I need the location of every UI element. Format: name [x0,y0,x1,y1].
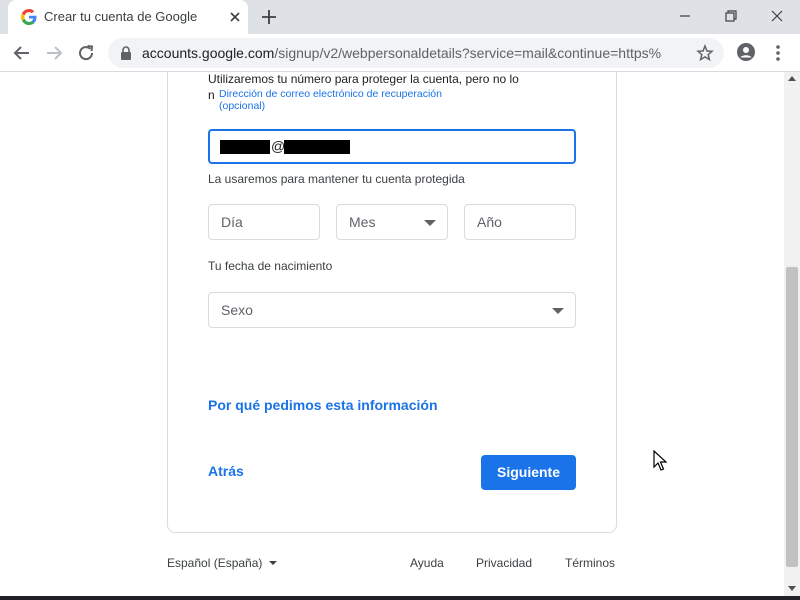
recovery-email-label: Dirección de correo electrónico de recup… [219,88,444,112]
next-button[interactable]: Siguiente [481,455,576,490]
chevron-down-icon [552,308,564,314]
chevron-down-icon [424,220,436,226]
redacted-block [284,140,350,154]
page-viewport: Utilizaremos tu número para proteger la … [0,72,784,600]
browser-toolbar: accounts.google.com/signup/v2/webpersona… [0,34,800,72]
language-selector[interactable]: Español (España) [167,556,262,570]
url-host: accounts.google.com [142,45,275,61]
url-path: /signup/v2/webpersonaldetails?service=ma… [274,45,662,61]
mouse-pointer-icon [653,450,667,471]
kebab-menu-icon[interactable] [770,42,786,64]
year-field[interactable]: Año [464,204,576,240]
restore-icon[interactable] [721,6,741,26]
terms-link[interactable]: Términos [565,556,615,570]
back-button[interactable]: Atrás [208,463,244,479]
url-text[interactable]: accounts.google.com/signup/v2/webpersona… [142,45,662,61]
forward-arrow-icon[interactable] [43,42,65,64]
dob-helper: Tu fecha de nacimiento [208,259,333,273]
recovery-email-field[interactable]: @ [208,129,576,164]
day-field[interactable]: Día [208,204,320,240]
year-placeholder: Año [477,214,502,230]
reload-icon[interactable] [75,42,97,64]
privacy-link[interactable]: Privacidad [476,556,532,570]
lock-icon[interactable] [120,46,132,60]
profile-avatar-icon[interactable] [736,42,756,62]
help-link[interactable]: Ayuda [410,556,444,570]
scroll-up-arrow-icon[interactable] [788,76,796,81]
gender-select[interactable]: Sexo [208,292,576,328]
window-close-icon[interactable] [767,6,787,26]
minimize-icon[interactable] [675,6,695,26]
scrollbar[interactable] [784,72,800,600]
why-info-link[interactable]: Por qué pedimos esta información [208,397,438,413]
bookmark-star-icon[interactable] [696,44,714,62]
tab-title: Crear tu cuenta de Google [44,9,198,24]
month-select[interactable]: Mes [336,204,448,240]
address-bar[interactable]: accounts.google.com/signup/v2/webpersona… [108,38,724,68]
close-icon[interactable] [226,8,244,26]
new-tab-icon[interactable] [260,8,278,26]
recovery-email-label-line1: Dirección de correo electrónico de recup… [219,88,442,100]
gender-placeholder: Sexo [221,302,253,318]
phone-notice-cut-text: n [208,88,215,102]
recovery-email-label-line2: (opcional) [219,100,266,112]
month-placeholder: Mes [349,214,376,230]
browser-tab-active[interactable]: Crear tu cuenta de Google [8,0,248,34]
phone-notice-text: Utilizaremos tu número para proteger la … [208,72,519,86]
scrollbar-thumb[interactable] [786,267,798,567]
day-placeholder: Día [221,214,243,230]
recovery-email-helper: La usaremos para mantener tu cuenta prot… [208,172,465,186]
back-arrow-icon[interactable] [11,42,33,64]
window-bottom-edge [0,596,800,600]
tab-strip: Crear tu cuenta de Google [0,0,800,34]
redacted-block [220,140,270,154]
scroll-down-arrow-icon[interactable] [788,586,796,591]
chevron-down-icon [269,561,277,565]
google-g-icon [21,9,37,25]
